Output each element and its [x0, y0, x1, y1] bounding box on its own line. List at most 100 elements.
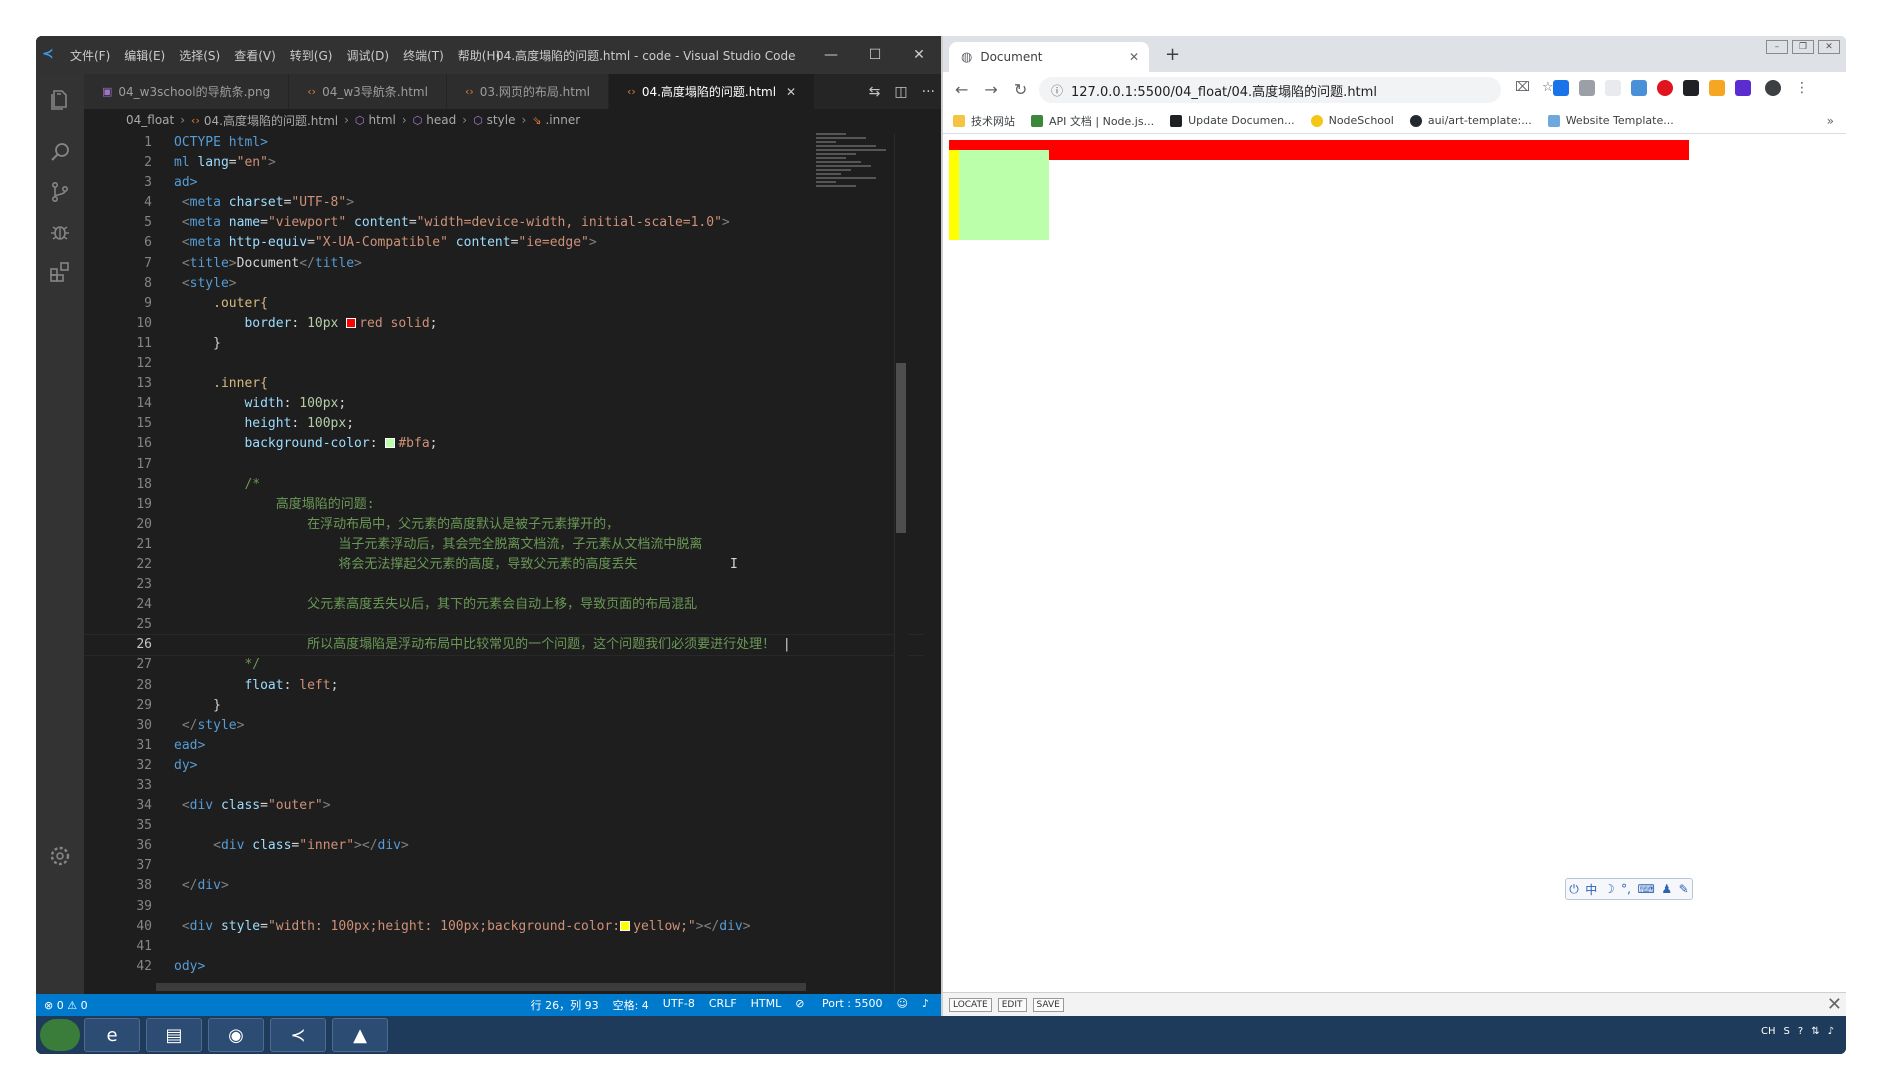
explorer-folder-icon[interactable]: ▤	[146, 1018, 202, 1052]
extension-blank-icon[interactable]	[1605, 80, 1621, 96]
forward-arrow-icon[interactable]: →	[984, 80, 997, 99]
save-button[interactable]: SAVE	[1032, 997, 1064, 1012]
tab-close-icon[interactable]: ✕	[1129, 50, 1139, 64]
profile-avatar[interactable]	[1765, 80, 1781, 96]
bookmark-item[interactable]: NodeSchool	[1310, 114, 1394, 127]
debug-icon[interactable]	[48, 220, 72, 244]
tab-w3school-png[interactable]: ▣ 04_w3school的导航条.png	[84, 74, 290, 109]
extension-note-icon[interactable]	[1631, 80, 1647, 96]
restore-icon[interactable]: ❐	[1792, 40, 1814, 54]
tab-close-icon[interactable]: ✕	[786, 85, 796, 99]
breadcrumb-folder[interactable]: 04_float	[126, 113, 174, 127]
minimap[interactable]	[816, 133, 894, 233]
explorer-icon[interactable]	[48, 88, 72, 112]
sogou-icon[interactable]: S	[1784, 1026, 1790, 1037]
breadcrumb-style[interactable]: style	[487, 113, 516, 127]
color-swatch-red[interactable]	[346, 317, 357, 328]
ime-moon-icon[interactable]: ☽	[1604, 882, 1615, 896]
url-text[interactable]: 127.0.0.1:5500/04_float/04.高度塌陷的问题.html	[1071, 81, 1377, 100]
ie-icon[interactable]: e	[84, 1018, 140, 1052]
reload-icon[interactable]: ↻	[1014, 80, 1027, 99]
feedback-icon[interactable]: ☺	[897, 997, 908, 1013]
close-icon[interactable]: ✕	[1827, 994, 1842, 1015]
breadcrumb-head[interactable]: head	[426, 113, 456, 127]
bookmark-item[interactable]: aui/art-template:...	[1409, 114, 1532, 127]
ime-power-icon[interactable]: ⏻	[1569, 882, 1579, 897]
live-server-port[interactable]: ⊘ Port : 5500	[795, 997, 882, 1013]
app-icon[interactable]: ▲	[332, 1018, 388, 1052]
volume-icon[interactable]: ♪	[1828, 1026, 1834, 1037]
horizontal-scrollbar[interactable]	[156, 983, 806, 991]
more-actions-icon[interactable]: ···	[922, 84, 935, 100]
extension-js-icon[interactable]	[1553, 80, 1569, 96]
network-icon[interactable]: ⇅	[1811, 1026, 1819, 1037]
menu-debug[interactable]: 调试(D)	[346, 47, 389, 64]
minimize-icon[interactable]: –	[1766, 40, 1788, 54]
search-icon[interactable]	[48, 140, 72, 164]
address-bar[interactable]: ⓘ 127.0.0.1:5500/04_float/04.高度塌陷的问题.htm…	[1039, 77, 1501, 103]
code-editor[interactable]: 1 OCTYPE html> 2 ml lang="en"> 3 ad> 4 <met…	[84, 133, 924, 993]
tab-w3-nav-html[interactable]: ‹› 04_w3导航条.html	[289, 74, 447, 109]
compare-icon[interactable]: ⇆	[869, 84, 881, 100]
extension-pen-icon[interactable]	[1709, 80, 1725, 96]
extensions-icon[interactable]	[48, 260, 72, 284]
browser-tab-document[interactable]: ◍ Document ✕	[949, 42, 1149, 72]
close-icon[interactable]: ✕	[897, 36, 941, 74]
minimize-icon[interactable]: —	[809, 36, 853, 74]
cursor-position[interactable]: 行 26，列 93	[531, 997, 599, 1013]
bookmark-item[interactable]: Website Template...	[1547, 114, 1674, 127]
menu-view[interactable]: 查看(V)	[234, 47, 276, 64]
site-info-icon[interactable]: ⓘ	[1051, 82, 1063, 99]
ime-toolbar[interactable]: ⏻ 中 ☽ °, ⌨ ♟ ✎	[1565, 878, 1693, 900]
encoding[interactable]: UTF-8	[663, 997, 695, 1013]
translate-icon[interactable]: ⌧	[1515, 80, 1530, 95]
new-tab-plus-icon[interactable]: +	[1165, 44, 1180, 65]
color-swatch-green[interactable]	[385, 438, 396, 449]
menu-goto[interactable]: 转到(G)	[290, 47, 333, 64]
chrome-icon[interactable]: ◉	[208, 1018, 264, 1052]
language-mode[interactable]: HTML	[751, 997, 782, 1013]
bookmark-item[interactable]: Update Documen...	[1170, 114, 1295, 127]
color-swatch-yellow[interactable]	[620, 920, 631, 931]
vscode-icon[interactable]: ≺	[270, 1018, 326, 1052]
close-icon[interactable]: ✕	[1818, 40, 1840, 54]
line-ending[interactable]: CRLF	[709, 997, 737, 1013]
extension-grid-icon[interactable]	[1735, 80, 1751, 96]
bookmark-item[interactable]: 技术网站	[953, 113, 1015, 129]
tab-layout-html[interactable]: ‹› 03.网页的布局.html	[446, 74, 609, 109]
menu-terminal[interactable]: 终端(T)	[403, 47, 444, 64]
breadcrumb-html[interactable]: html	[369, 113, 396, 127]
menu-edit[interactable]: 编辑(E)	[124, 47, 165, 64]
settings-gear-icon[interactable]	[48, 844, 72, 868]
split-editor-icon[interactable]: ◫	[894, 84, 907, 100]
ime-mode[interactable]: 中	[1585, 881, 1597, 898]
tab-height-collapse-html[interactable]: ‹› 04.高度塌陷的问题.html ✕	[609, 74, 816, 109]
notifications-bell-icon[interactable]: ♪	[922, 997, 929, 1013]
ime-keyboard-icon[interactable]: ⌨	[1638, 882, 1655, 896]
start-button[interactable]	[40, 1019, 80, 1051]
locate-button[interactable]: LOCATE	[949, 997, 992, 1012]
lang-icon[interactable]: CH	[1761, 1026, 1776, 1037]
extension-vue-icon[interactable]	[1579, 80, 1595, 96]
help-icon[interactable]: ?	[1798, 1026, 1803, 1037]
back-arrow-icon[interactable]: ←	[955, 80, 968, 99]
more-bookmarks-icon[interactable]: »	[1827, 114, 1834, 128]
breadcrumb-inner[interactable]: .inner	[545, 113, 580, 127]
ime-punct-icon[interactable]: °,	[1621, 882, 1631, 896]
chrome-menu-icon[interactable]: ⋮	[1795, 80, 1809, 96]
extension-opera-icon[interactable]	[1657, 80, 1673, 96]
ime-wrench-icon[interactable]: ✎	[1679, 882, 1689, 896]
menu-help[interactable]: 帮助(H)	[458, 47, 500, 64]
source-control-icon[interactable]	[48, 180, 72, 204]
indentation[interactable]: 空格: 4	[613, 997, 649, 1013]
bookmark-star-icon[interactable]: ☆	[1542, 80, 1554, 95]
ime-user-icon[interactable]: ♟	[1661, 882, 1672, 896]
menu-file[interactable]: 文件(F)	[70, 47, 110, 64]
problems-indicator[interactable]: ⊗ 0 ⚠ 0	[44, 999, 88, 1012]
scrollbar-thumb[interactable]	[896, 363, 906, 533]
menu-selection[interactable]: 选择(S)	[179, 47, 220, 64]
vertical-scrollbar[interactable]	[894, 133, 908, 993]
edit-button[interactable]: EDIT	[997, 997, 1027, 1012]
extension-screen-icon[interactable]	[1683, 80, 1699, 96]
maximize-icon[interactable]: ☐	[853, 36, 897, 74]
